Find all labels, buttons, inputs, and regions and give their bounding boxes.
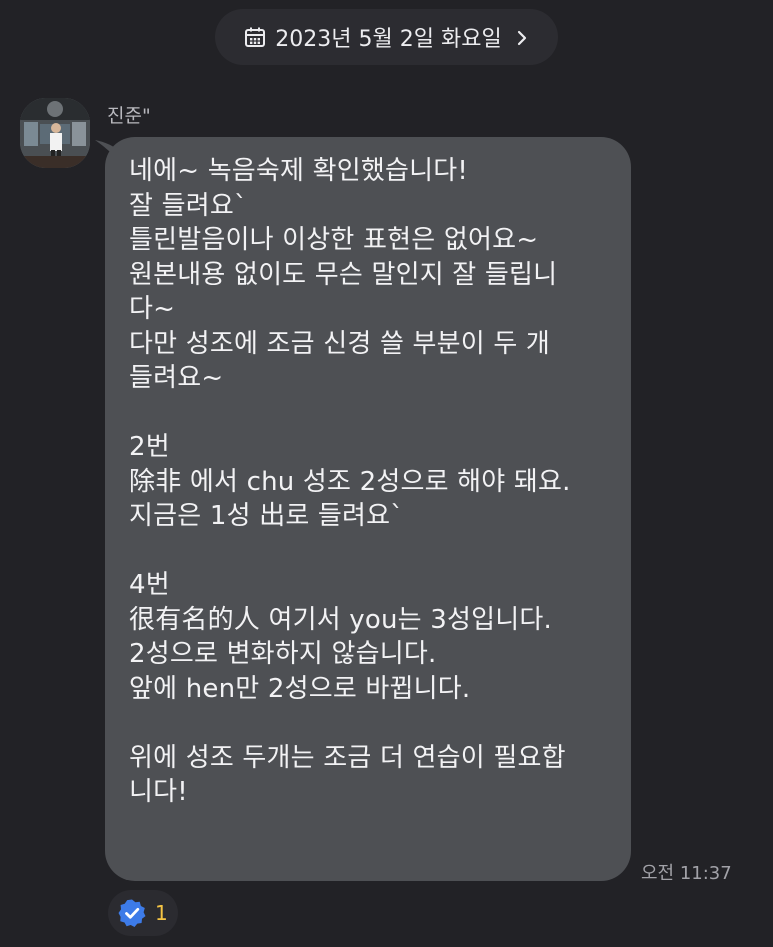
chevron-right-icon: [515, 28, 529, 46]
date-header-pill[interactable]: 2023년 5월 2일 화요일: [215, 9, 558, 65]
date-header-label: 2023년 5월 2일 화요일: [275, 27, 502, 52]
calendar-icon: [244, 26, 266, 48]
reaction-chip[interactable]: 1: [108, 890, 178, 936]
message-time: 오전 11:37: [641, 863, 732, 884]
message-text: 네에~ 녹음숙제 확인했습니다! 잘 들려요` 틀린발음이나 이상한 표현은 없…: [129, 156, 571, 807]
reaction-count: 1: [155, 901, 168, 925]
sender-name: 진준": [107, 105, 151, 127]
avatar[interactable]: [20, 98, 90, 168]
check-badge-icon: [117, 898, 147, 928]
